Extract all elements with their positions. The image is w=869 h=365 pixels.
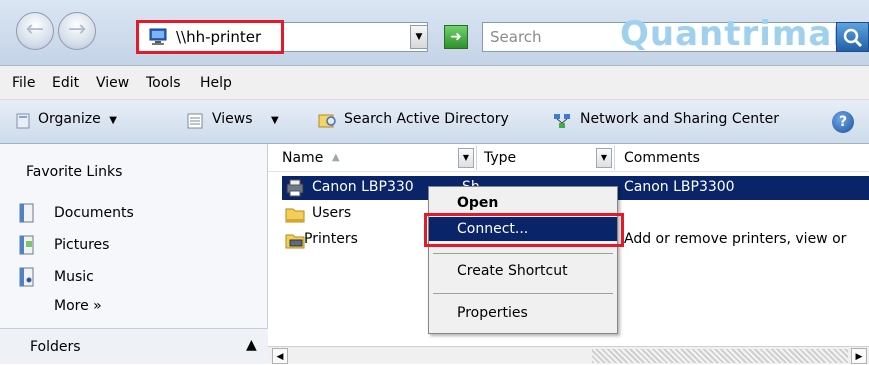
views-icon xyxy=(187,113,203,129)
menu-separator xyxy=(433,293,613,294)
search-icon xyxy=(843,28,863,48)
arrow-left-icon: ← xyxy=(25,17,45,42)
menu-bar: File Edit View Tools Help xyxy=(0,66,869,100)
organize-label: Organize xyxy=(38,111,101,127)
column-divider[interactable] xyxy=(614,146,615,170)
chevron-down-icon: ▼ xyxy=(270,115,279,126)
chevron-down-icon: ▼ xyxy=(462,153,470,162)
command-bar: Organize ▼ Views ▼ Search Active Directo… xyxy=(0,100,869,144)
nav-item-label: Documents xyxy=(54,205,134,221)
network-icon xyxy=(554,114,570,128)
column-divider[interactable] xyxy=(476,146,477,170)
nav-item-documents[interactable]: Documents xyxy=(18,202,258,226)
directory-search-icon xyxy=(318,114,336,128)
menu-item-label: Properties xyxy=(457,305,528,321)
navigation-pane: Favorite Links Documents Pictures Music … xyxy=(0,144,268,364)
network-sharing-center-button[interactable]: Network and Sharing Center xyxy=(580,111,779,127)
menu-item-properties[interactable]: Properties xyxy=(429,301,617,325)
nav-item-pictures[interactable]: Pictures xyxy=(18,234,258,258)
chevron-down-icon: ▼ xyxy=(109,115,117,126)
menu-item-create-shortcut[interactable]: Create Shortcut xyxy=(429,259,617,283)
menu-view[interactable]: View xyxy=(96,75,129,91)
chevron-up-icon: ▲ xyxy=(246,337,257,353)
scrollbar-track[interactable] xyxy=(592,349,848,363)
organize-icon xyxy=(16,113,30,129)
row-name: Printers xyxy=(304,231,358,247)
column-type[interactable]: Type xyxy=(484,150,516,166)
forward-button[interactable]: → xyxy=(58,12,96,50)
connect-highlight-box xyxy=(424,213,624,247)
views-label: Views xyxy=(212,111,253,127)
column-type-filter-button[interactable]: ▼ xyxy=(596,148,612,168)
help-icon[interactable]: ? xyxy=(832,111,854,133)
row-name: Users xyxy=(312,205,352,221)
column-comments[interactable]: Comments xyxy=(624,150,700,166)
go-button[interactable]: ➜ xyxy=(444,25,468,49)
search-button[interactable] xyxy=(836,22,869,52)
nav-item-label: Music xyxy=(54,269,94,285)
search-placeholder: Search xyxy=(490,28,542,46)
nav-item-label: Pictures xyxy=(54,237,110,253)
chevron-right-icon: ▶ xyxy=(855,352,863,362)
music-icon xyxy=(19,267,34,287)
address-highlight-box xyxy=(136,20,284,54)
menu-item-label: Create Shortcut xyxy=(457,263,568,279)
row-comment: Canon LBP3300 xyxy=(624,179,735,195)
menu-separator xyxy=(433,253,613,254)
address-dropdown-button[interactable]: ▼ xyxy=(410,25,428,49)
address-bar: ← → \\hh-printer ▼ ➜ Search Quantrimang xyxy=(0,0,869,66)
views-button[interactable]: Views ▼ xyxy=(212,111,279,127)
watermark-logo: Quantrimang xyxy=(620,14,869,54)
more-links-button[interactable]: More » xyxy=(54,298,102,314)
scroll-left-button[interactable]: ◀ xyxy=(272,348,288,364)
go-arrow-icon: ➜ xyxy=(450,29,462,45)
folders-bar[interactable]: Folders ▲ xyxy=(0,328,268,364)
sort-ascending-icon: ▲ xyxy=(332,152,340,163)
menu-tools[interactable]: Tools xyxy=(146,75,181,91)
printers-folder-icon xyxy=(285,234,305,249)
menu-help[interactable]: Help xyxy=(200,75,232,91)
chevron-down-icon: ▼ xyxy=(600,153,608,162)
back-button[interactable]: ← xyxy=(16,12,54,50)
arrow-right-icon: → xyxy=(67,17,87,42)
favorite-links-title: Favorite Links xyxy=(26,164,123,180)
search-active-directory-button[interactable]: Search Active Directory xyxy=(344,111,509,127)
menu-item-open[interactable]: Open xyxy=(429,191,617,215)
organize-button[interactable]: Organize ▼ xyxy=(38,111,117,127)
column-header: Name ▲ ▼ Type ▼ Comments xyxy=(268,144,869,172)
scroll-right-button[interactable]: ▶ xyxy=(851,348,867,364)
horizontal-scrollbar[interactable]: ◀ ▶ xyxy=(268,346,869,364)
printer-icon xyxy=(286,179,304,197)
documents-icon xyxy=(19,203,34,223)
column-name[interactable]: Name xyxy=(282,150,323,166)
pictures-icon xyxy=(19,235,34,255)
row-name: Canon LBP330 xyxy=(312,179,414,195)
menu-item-label: Open xyxy=(457,195,499,211)
shared-folder-icon xyxy=(285,208,305,223)
folders-label: Folders xyxy=(30,339,81,355)
nav-item-music[interactable]: Music xyxy=(18,266,258,290)
context-menu: Open Connect... Create Shortcut Properti… xyxy=(428,186,618,334)
chevron-left-icon: ◀ xyxy=(276,352,284,362)
chevron-down-icon: ▼ xyxy=(415,32,423,42)
column-name-filter-button[interactable]: ▼ xyxy=(458,148,474,168)
menu-edit[interactable]: Edit xyxy=(52,75,79,91)
row-comment: Add or remove printers, view or xyxy=(624,231,847,247)
menu-file[interactable]: File xyxy=(12,75,35,91)
